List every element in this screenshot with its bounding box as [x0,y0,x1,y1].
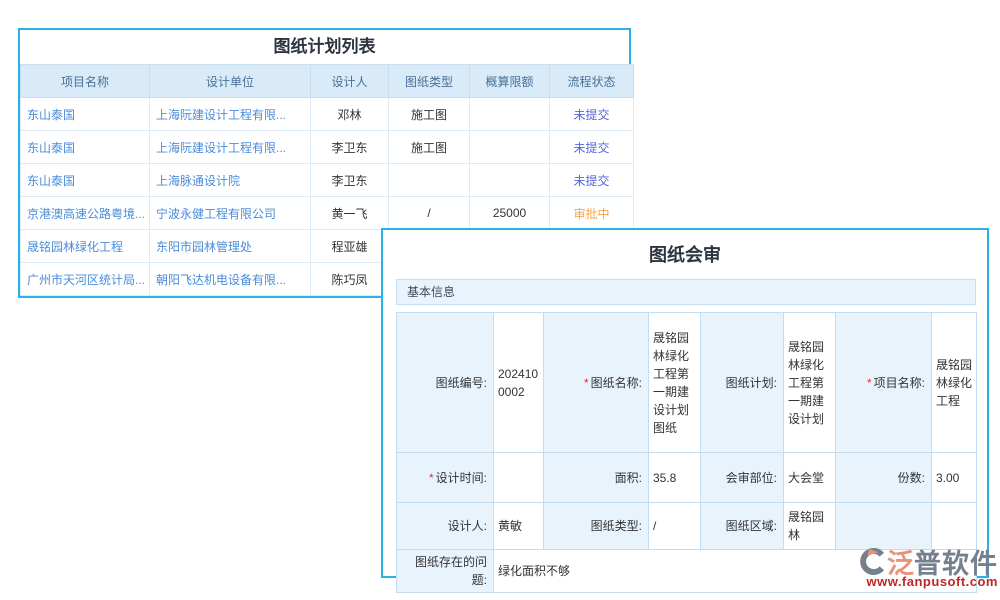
column-header-design-unit: 设计单位 [150,65,311,98]
cell-budget-limit: 25000 [470,197,550,230]
cell-design-unit[interactable]: 宁波永健工程有限公司 [150,197,311,230]
column-header-drawing-type: 图纸类型 [389,65,470,98]
form-row: 图纸编号:2024100002*图纸名称:晟铭园林绿化工程第一期建设计划图纸图纸… [397,313,977,453]
cell-status: 未提交 [550,164,634,197]
cell-project-name[interactable]: 东山泰国 [21,98,150,131]
column-header-designer: 设计人 [311,65,389,98]
field-value: 晟铭园林绿化工程第一期建设计划 [784,313,836,453]
field-label: *项目名称: [836,313,932,453]
fanpu-logo-icon [859,548,886,575]
field-label: 会审部位: [701,453,784,503]
field-value: 3.00 [932,453,977,503]
field-label: *图纸名称: [544,313,649,453]
field-label: 设计人: [397,503,494,550]
basic-info-section-bar: 基本信息 [396,279,976,305]
list-panel-title: 图纸计划列表 [20,30,629,64]
cell-drawing-type: 施工图 [389,98,470,131]
cell-design-unit[interactable]: 东阳市园林管理处 [150,230,311,263]
table-row[interactable]: 东山泰国上海阮建设计工程有限...李卫东施工图 未提交 [21,131,634,164]
cell-designer: 程亚雄 [311,230,389,263]
field-value [494,453,544,503]
field-label: 图纸区域: [701,503,784,550]
field-label: 份数: [836,453,932,503]
cell-designer: 邓林 [311,98,389,131]
cell-design-unit[interactable]: 上海阮建设计工程有限... [150,131,311,164]
cell-designer: 黄一飞 [311,197,389,230]
section-title: 基本信息 [407,285,455,299]
field-value: / [649,503,701,550]
cell-status: 审批中 [550,197,634,230]
cell-drawing-type: / [389,197,470,230]
cell-design-unit[interactable]: 上海阮建设计工程有限... [150,98,311,131]
cell-design-unit[interactable]: 上海脉通设计院 [150,164,311,197]
required-marker: * [867,376,872,390]
field-value: 大会堂 [784,453,836,503]
fanpu-watermark: 泛 普软件 www.fanpusoft.com [859,546,1000,589]
form-row: *设计时间: 面积:35.8会审部位:大会堂份数:3.00 [397,453,977,503]
field-label: 图纸类型: [544,503,649,550]
field-label: 图纸编号: [397,313,494,453]
column-header-project: 项目名称 [21,65,150,98]
column-header-budget-limit: 概算限额 [470,65,550,98]
cell-project-name[interactable]: 东山泰国 [21,164,150,197]
cell-budget-limit [470,98,550,131]
field-value: 黄敏 [494,503,544,550]
cell-budget-limit [470,131,550,164]
cell-project-name[interactable]: 晟铭园林绿化工程 [21,230,150,263]
cell-project-name[interactable]: 东山泰国 [21,131,150,164]
cell-designer: 陈巧凤 [311,263,389,296]
drawing-review-dialog: 图纸会审 基本信息 图纸编号:2024100002*图纸名称:晟铭园林绿化工程第… [381,228,989,578]
field-value: 35.8 [649,453,701,503]
cell-status: 未提交 [550,98,634,131]
cell-designer: 李卫东 [311,131,389,164]
table-row[interactable]: 东山泰国上海脉通设计院李卫东 未提交 [21,164,634,197]
field-value: 晟铭园林绿化工程 [932,313,977,453]
cell-designer: 李卫东 [311,164,389,197]
brand-url: www.fanpusoft.com [859,574,998,589]
required-marker: * [584,376,589,390]
cell-design-unit[interactable]: 朝阳飞达机电设备有限... [150,263,311,296]
cell-project-name[interactable]: 广州市天河区统计局... [21,263,150,296]
field-value: 晟铭园林 [784,503,836,550]
cell-project-name[interactable]: 京港澳高速公路粤境... [21,197,150,230]
field-label: 面积: [544,453,649,503]
cell-status: 未提交 [550,131,634,164]
table-row[interactable]: 东山泰国上海阮建设计工程有限...邓林施工图 未提交 [21,98,634,131]
table-header-row: 项目名称 设计单位 设计人 图纸类型 概算限额 流程状态 [21,65,634,98]
field-label: *设计时间: [397,453,494,503]
cell-budget-limit [470,164,550,197]
field-value: 晟铭园林绿化工程第一期建设计划图纸 [649,313,701,453]
table-row[interactable]: 京港澳高速公路粤境...宁波永健工程有限公司黄一飞/25000审批中 [21,197,634,230]
brand-line: 泛 普软件 [859,546,998,576]
required-marker: * [429,471,434,485]
field-label: 图纸存在的问题: [397,550,494,593]
cell-drawing-type: 施工图 [389,131,470,164]
column-header-status: 流程状态 [550,65,634,98]
cell-drawing-type [389,164,470,197]
dialog-title: 图纸会审 [383,241,987,267]
field-value: 2024100002 [494,313,544,453]
field-label: 图纸计划: [701,313,784,453]
